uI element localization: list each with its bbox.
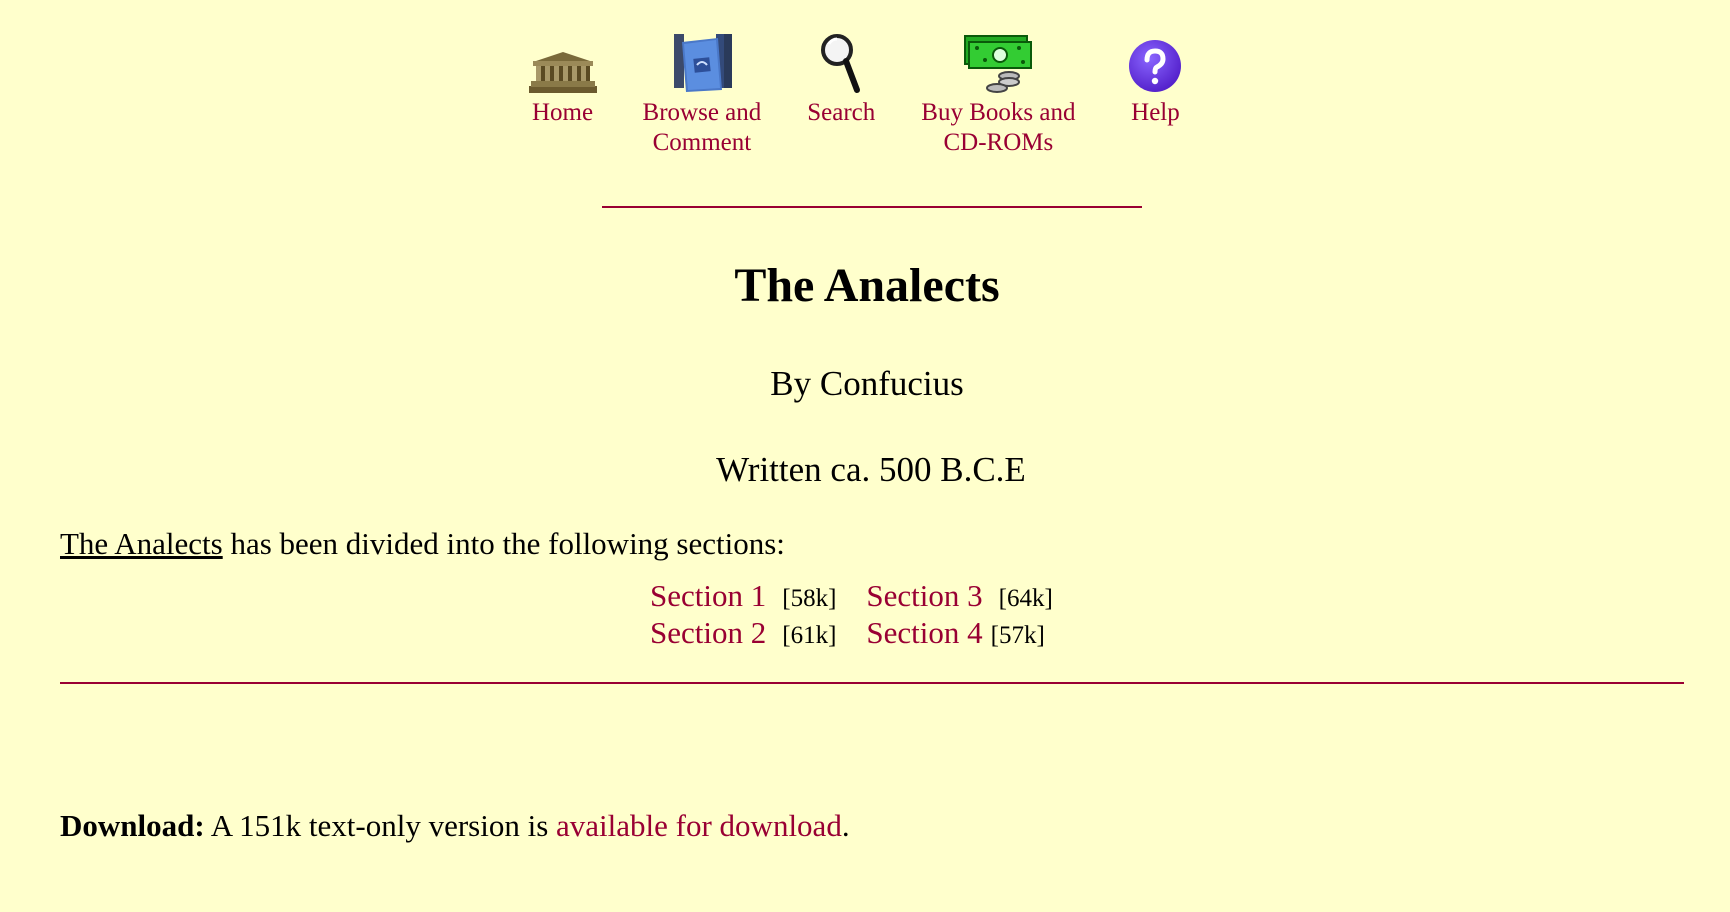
download-text: A 151k text-only version is xyxy=(204,808,557,843)
magnifier-icon[interactable] xyxy=(799,28,883,94)
books-icon[interactable] xyxy=(660,28,744,94)
work-title: The Analects xyxy=(60,526,223,561)
nav-search[interactable]: Search xyxy=(799,28,883,128)
nav-label-home[interactable]: Home xyxy=(532,98,593,128)
page-title: The Analects xyxy=(734,259,1000,312)
nav-label-search[interactable]: Search xyxy=(807,98,875,128)
section-1-size: [58k] xyxy=(782,585,837,612)
nav-label-help[interactable]: Help xyxy=(1131,98,1180,128)
column-gap xyxy=(836,578,866,615)
download-end: . xyxy=(841,808,850,843)
nav-buy[interactable]: Buy Books and CD-ROMs xyxy=(921,28,1075,158)
table-row: Section 2 [61k] Section 4 [57k] xyxy=(650,615,1053,652)
table-row: Section 1 [58k] Section 3 [64k] xyxy=(650,578,1053,615)
nav-label-browse[interactable]: Browse and Comment xyxy=(643,98,762,158)
nav-label-buy[interactable]: Buy Books and CD-ROMs xyxy=(921,98,1075,158)
nav-home[interactable]: Home xyxy=(521,28,605,128)
nav-browse[interactable]: Browse and Comment xyxy=(643,28,762,158)
download-label: Download: xyxy=(60,808,205,843)
section-2-size: [61k] xyxy=(782,622,837,649)
download-line: Download: A 151k text-only version is av… xyxy=(60,808,850,844)
bottom-divider xyxy=(60,682,1684,684)
section-2-link[interactable]: Section 2 xyxy=(650,615,766,650)
section-1-link[interactable]: Section 1 xyxy=(650,578,766,613)
section-3-size: [64k] xyxy=(998,585,1053,612)
money-icon[interactable] xyxy=(956,28,1040,94)
section-4-size: [57k] xyxy=(990,622,1045,649)
sections-intro: The Analects has been divided into the f… xyxy=(60,526,785,562)
download-link[interactable]: available for download xyxy=(556,808,842,843)
author-line: By Confucius xyxy=(770,364,964,403)
top-divider xyxy=(602,206,1142,208)
column-gap xyxy=(836,615,866,652)
nav-help[interactable]: Help xyxy=(1113,28,1197,128)
date-line: Written ca. 500 B.C.E xyxy=(716,450,1026,489)
top-navigation: Home Browse and Comment Search Buy Books… xyxy=(0,28,1730,158)
intro-text: has been divided into the following sect… xyxy=(222,526,785,561)
sections-table: Section 1 [58k] Section 3 [64k] Section … xyxy=(650,578,1053,652)
section-3-link[interactable]: Section 3 xyxy=(866,578,982,613)
parthenon-icon[interactable] xyxy=(521,28,605,94)
section-4-link[interactable]: Section 4 xyxy=(866,615,982,650)
help-icon[interactable] xyxy=(1113,28,1197,94)
